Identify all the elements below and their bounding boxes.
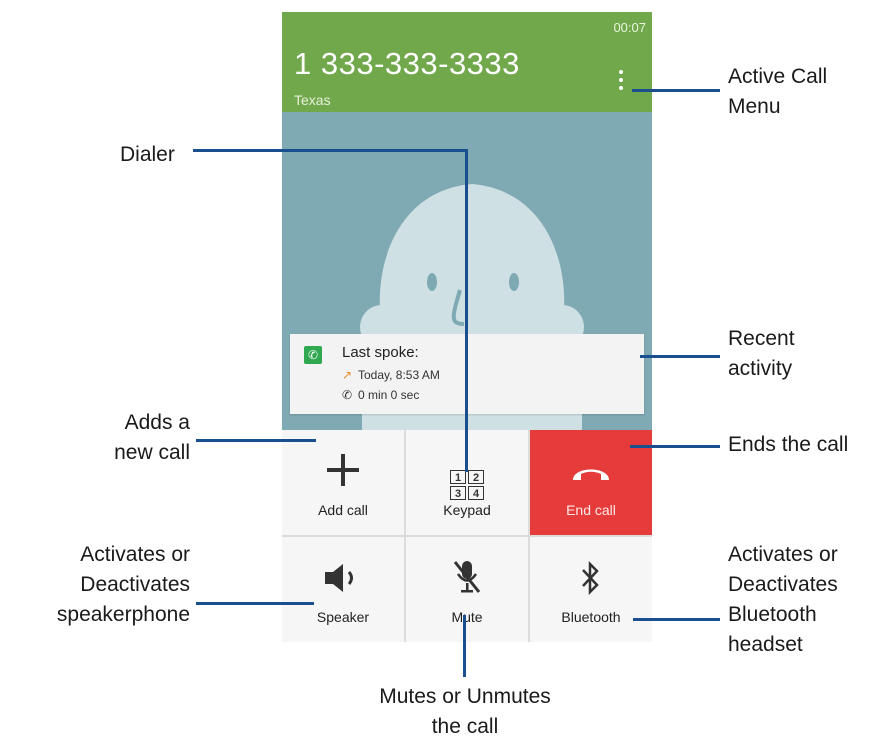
call-header: 00:07 1 333-333-3333 Texas	[282, 12, 652, 112]
callout-mute: Mutes or Unmutes the call	[379, 685, 551, 738]
mute-button[interactable]: Mute	[406, 537, 528, 642]
phone-icon: ✆	[304, 346, 322, 364]
leader-line-add-call	[196, 439, 316, 442]
leader-line-end-call	[630, 445, 720, 448]
more-options-icon[interactable]	[618, 70, 624, 96]
callout-active-call-menu: Active Call Menu	[728, 65, 828, 118]
leader-line-recent	[640, 355, 720, 358]
speaker-icon	[282, 557, 404, 597]
plus-icon	[282, 450, 404, 490]
callout-dialer: Dialer	[120, 143, 175, 166]
leader-line-active-menu	[632, 89, 720, 92]
add-call-button[interactable]: Add call	[282, 430, 404, 535]
bluetooth-button[interactable]: Bluetooth	[530, 537, 652, 642]
end-call-icon	[530, 450, 652, 490]
leader-line-mute	[463, 615, 466, 677]
caller-location: Texas	[294, 92, 331, 108]
callout-bluetooth: Activates or Deactivates Bluetooth headset	[728, 543, 838, 656]
leader-line-dialer	[193, 149, 468, 152]
speaker-button[interactable]: Speaker	[282, 537, 404, 642]
call-duration-icon: ✆	[342, 388, 353, 402]
leader-line-bluetooth	[633, 618, 720, 621]
missed-call-icon: ↗	[342, 368, 353, 382]
callout-add-call: Adds a new call	[114, 411, 190, 464]
caller-number: 1 333-333-3333	[294, 46, 520, 81]
mute-mic-icon	[406, 557, 528, 597]
bluetooth-icon	[530, 557, 652, 597]
recent-duration: ✆ 0 min 0 sec	[342, 388, 420, 402]
callout-recent-activity: Recent activity	[728, 327, 795, 380]
callout-end-call: Ends the call	[728, 433, 849, 456]
call-timer: 00:07	[613, 20, 646, 35]
leader-line-dialer-vertical	[465, 149, 468, 472]
callout-speaker: Activates or Deactivates speakerphone	[56, 543, 190, 626]
recent-time: ↗ Today, 8:53 AM	[342, 368, 440, 382]
leader-line-speaker	[196, 602, 314, 605]
last-spoke-label: Last spoke:	[342, 344, 419, 361]
